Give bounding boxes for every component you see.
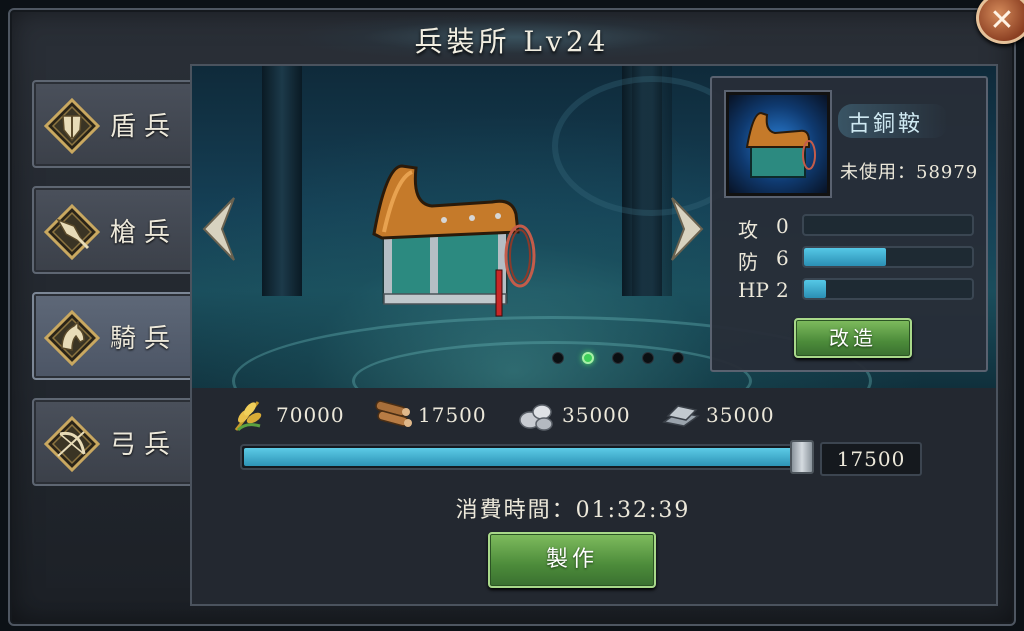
shield-icon <box>44 98 100 154</box>
carousel-dot[interactable] <box>672 352 684 364</box>
resource-amount: 17500 <box>418 403 487 427</box>
carousel-dots <box>552 352 684 364</box>
quantity-slider[interactable] <box>240 444 810 470</box>
sidebar-item-label: 槍兵 <box>110 218 179 248</box>
resource-amount: 70000 <box>276 403 345 427</box>
chevron-left-icon[interactable] <box>200 196 236 262</box>
slider-fill <box>244 448 806 466</box>
resource-stone: 35000 <box>516 396 631 434</box>
sidebar-item-shield[interactable]: 盾兵 <box>32 80 194 168</box>
chevron-right-icon[interactable] <box>670 196 706 262</box>
stat-label: 防 <box>738 250 758 274</box>
spear-icon <box>44 204 100 260</box>
sidebar-item-spear[interactable]: 槍兵 <box>32 186 194 274</box>
item-name: 古銅鞍 <box>848 112 924 137</box>
stat-value: 2 <box>776 278 789 302</box>
close-icon: ✕ <box>989 2 1015 38</box>
stat-attack: 攻 0 <box>738 214 978 242</box>
stat-value: 6 <box>776 246 789 270</box>
resource-amount: 35000 <box>562 403 631 427</box>
stat-bar <box>802 246 974 268</box>
horse-icon <box>44 310 100 366</box>
sidebar-item-label: 騎兵 <box>110 324 179 354</box>
slider-handle[interactable] <box>790 440 814 474</box>
saddle-image <box>372 164 536 317</box>
sidebar-item-cavalry[interactable]: 騎兵 <box>32 292 194 380</box>
upgrade-button[interactable]: 改造 <box>794 318 912 358</box>
resource-grain: 70000 <box>230 396 345 434</box>
carousel-dot-active[interactable] <box>582 352 594 364</box>
carousel-dot[interactable] <box>552 352 564 364</box>
stat-hp: HP 2 <box>738 278 978 302</box>
stone-icon <box>519 404 553 431</box>
wood-icon <box>375 400 412 427</box>
stat-bar <box>802 214 974 236</box>
unused-count: 未使用：58979 <box>840 162 979 183</box>
saddle-thumbnail-icon <box>745 111 816 178</box>
stat-fill <box>804 248 887 266</box>
dialog-title: 兵裝所 Lv24 <box>414 25 610 58</box>
carousel-dot[interactable] <box>642 352 654 364</box>
scene-pillar <box>262 66 302 296</box>
craft-button[interactable]: 製作 <box>488 532 656 588</box>
stat-value: 0 <box>776 214 789 238</box>
iron-icon <box>662 405 700 427</box>
sidebar-item-label: 弓兵 <box>110 430 179 460</box>
item-info-panel: 古銅鞍 未使用：58979 攻 0 防 6 HP 2 改造 <box>710 76 988 372</box>
bow-icon <box>44 416 100 472</box>
stat-fill <box>804 280 826 298</box>
resource-wood: 17500 <box>372 396 487 434</box>
stat-label: 攻 <box>738 218 758 242</box>
item-thumbnail <box>726 92 830 196</box>
carousel-dot[interactable] <box>612 352 624 364</box>
sidebar-item-label: 盾兵 <box>110 112 179 142</box>
stat-defense: 防 6 <box>738 246 978 274</box>
stat-label: HP <box>738 278 769 302</box>
grain-icon <box>234 401 262 432</box>
quantity-input[interactable]: 17500 <box>820 442 922 476</box>
resource-iron: 35000 <box>660 396 775 434</box>
resource-amount: 35000 <box>706 403 775 427</box>
consume-time: 消費時間：01:32:39 <box>455 498 691 523</box>
sidebar-item-archer[interactable]: 弓兵 <box>32 398 194 486</box>
stat-bar <box>802 278 974 300</box>
